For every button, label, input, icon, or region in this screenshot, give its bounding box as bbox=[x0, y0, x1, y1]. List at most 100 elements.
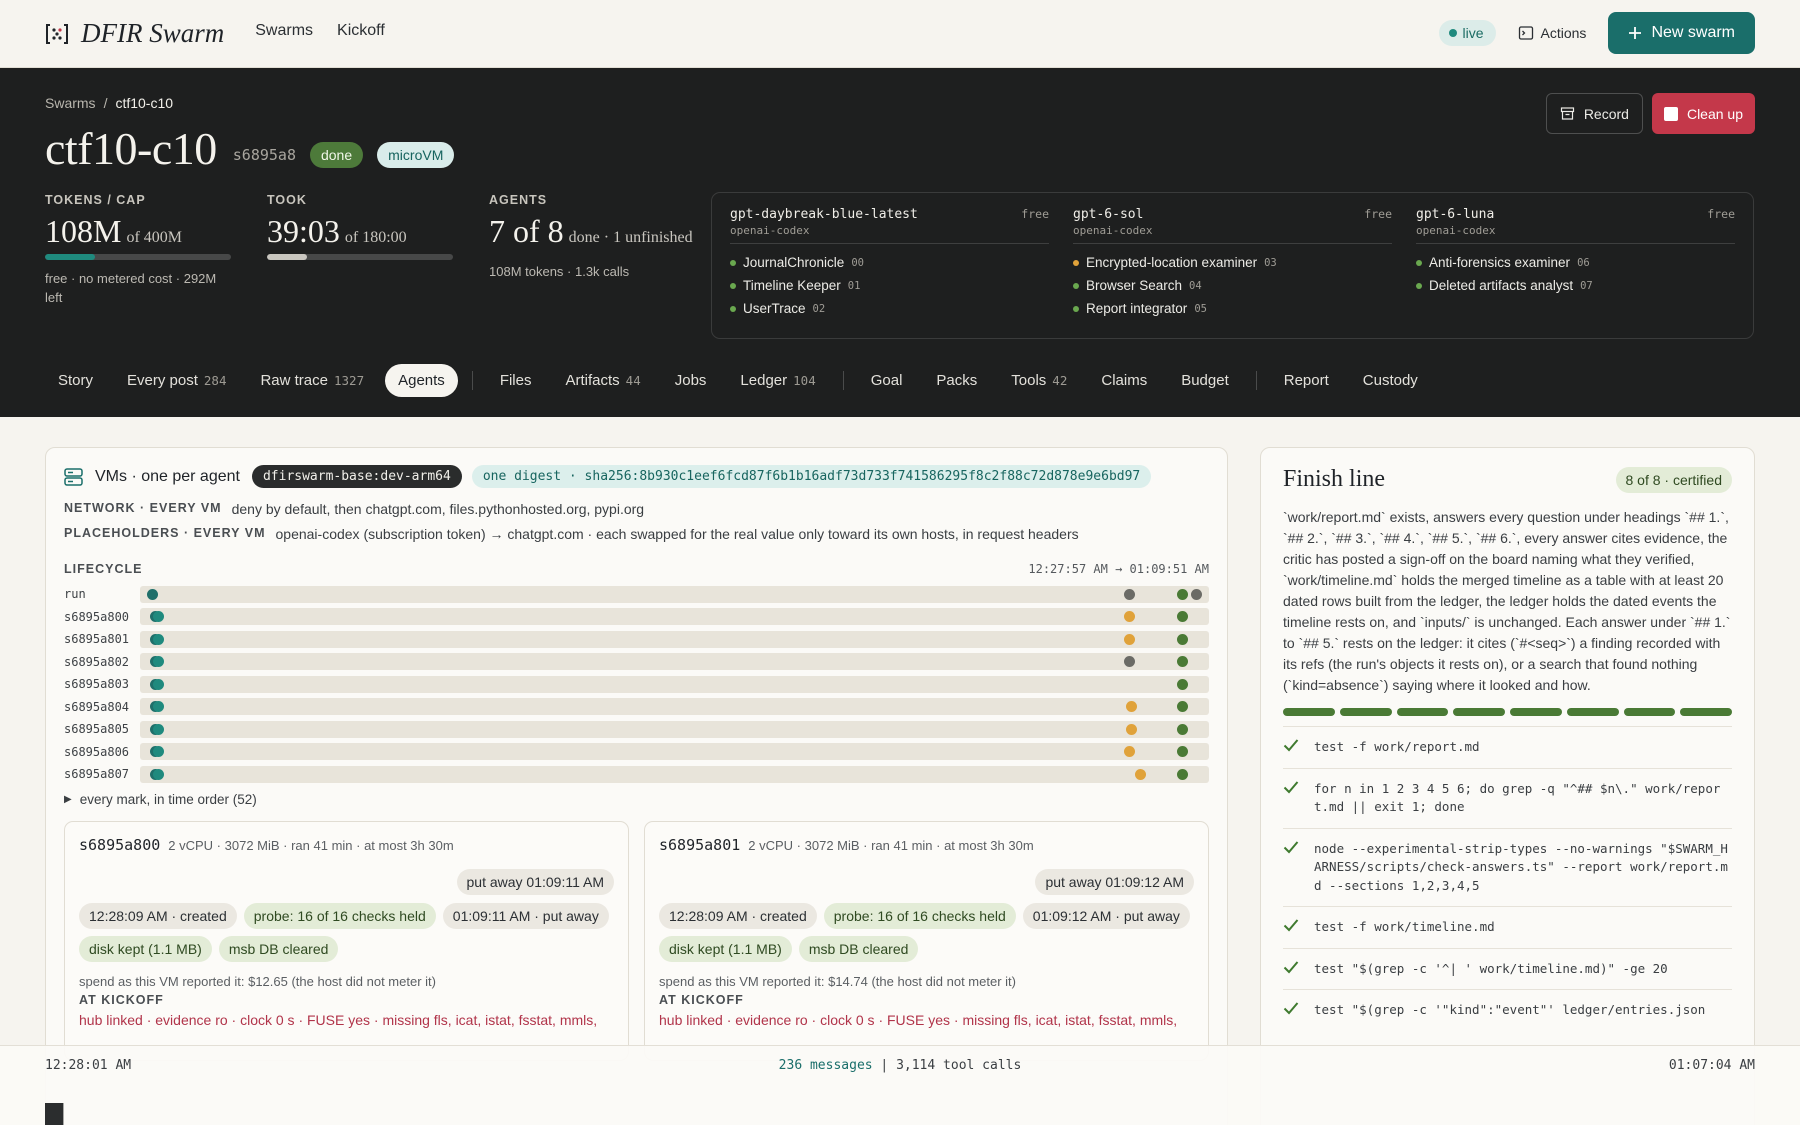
model-provider: openai-codex bbox=[1073, 224, 1153, 237]
every-mark-toggle[interactable]: ▶ every mark, in time order (52) bbox=[64, 792, 1209, 807]
lifecycle-mark[interactable] bbox=[1176, 701, 1188, 713]
lifecycle-mark[interactable] bbox=[1176, 768, 1188, 780]
lifecycle-mark[interactable] bbox=[1126, 723, 1138, 735]
lifecycle-mark[interactable] bbox=[1190, 588, 1202, 600]
activity-histogram[interactable] bbox=[45, 1081, 1755, 1125]
lifecycle-mark[interactable] bbox=[1126, 701, 1138, 713]
new-swarm-button[interactable]: New swarm bbox=[1608, 12, 1755, 54]
lifecycle-mark[interactable] bbox=[152, 768, 164, 780]
tab-story[interactable]: Story bbox=[45, 364, 106, 397]
vms-title: VMs · one per agent bbox=[95, 467, 240, 485]
lane-track[interactable] bbox=[140, 743, 1209, 761]
tab-every-post[interactable]: Every post 284 bbox=[114, 364, 239, 397]
finish-segment bbox=[1283, 708, 1335, 716]
lifecycle-mark[interactable] bbox=[1176, 656, 1188, 668]
agent-item[interactable]: Encrypted-location examiner 03 bbox=[1073, 255, 1392, 270]
agent-status-dot-icon bbox=[730, 282, 736, 289]
tab-count: 284 bbox=[203, 373, 227, 388]
agent-item[interactable]: Browser Search 04 bbox=[1073, 278, 1392, 293]
tab-tools[interactable]: Tools 42 bbox=[998, 364, 1080, 397]
took-progress-fill bbox=[267, 254, 308, 260]
tab-custody[interactable]: Custody bbox=[1350, 364, 1431, 397]
vm-chip: msb DB cleared bbox=[798, 935, 919, 962]
model-tier: free bbox=[1707, 207, 1735, 221]
finish-header: Finish line 8 of 8 · certified bbox=[1283, 466, 1732, 493]
lane-track[interactable] bbox=[140, 630, 1209, 648]
tab-budget[interactable]: Budget bbox=[1168, 364, 1242, 397]
tab-report[interactable]: Report bbox=[1271, 364, 1342, 397]
lane-track[interactable] bbox=[140, 765, 1209, 783]
agent-item[interactable]: JournalChronicle 00 bbox=[730, 255, 1049, 270]
stat-took: TOOK 39:03 of 180:00 bbox=[267, 193, 453, 260]
histogram-bar[interactable] bbox=[45, 1103, 64, 1125]
clean-up-button[interactable]: Clean up bbox=[1651, 93, 1755, 134]
lifecycle-mark[interactable] bbox=[152, 746, 164, 758]
lane-track[interactable] bbox=[140, 608, 1209, 626]
nav-swarms[interactable]: Swarms bbox=[255, 22, 313, 40]
lifecycle-mark[interactable] bbox=[1176, 611, 1188, 623]
live-label: live bbox=[1462, 25, 1484, 41]
lifecycle-mark[interactable] bbox=[1176, 633, 1188, 645]
disclosure-triangle-icon: ▶ bbox=[64, 793, 72, 805]
lifecycle-mark[interactable] bbox=[1123, 611, 1135, 623]
tab-packs[interactable]: Packs bbox=[923, 364, 990, 397]
lifecycle-mark[interactable] bbox=[1176, 678, 1188, 690]
agent-item[interactable]: Deleted artifacts analyst 07 bbox=[1416, 278, 1735, 293]
put-away-row: put away 01:09:11 AM bbox=[79, 868, 614, 895]
lane-track[interactable] bbox=[140, 698, 1209, 716]
lifecycle-mark[interactable] bbox=[152, 723, 164, 735]
lifecycle-mark[interactable] bbox=[1176, 723, 1188, 735]
tab-files[interactable]: Files bbox=[487, 364, 545, 397]
lifecycle-mark[interactable] bbox=[152, 611, 164, 623]
lifecycle-mark[interactable] bbox=[1176, 588, 1188, 600]
terminal-icon bbox=[1518, 26, 1533, 40]
lifecycle-mark[interactable] bbox=[1176, 746, 1188, 758]
lifecycle-mark[interactable] bbox=[147, 588, 159, 600]
lifecycle-mark[interactable] bbox=[1123, 656, 1135, 668]
agent-name: Encrypted-location examiner bbox=[1086, 255, 1258, 270]
lane-track[interactable] bbox=[140, 675, 1209, 693]
actions-label: Actions bbox=[1540, 25, 1587, 41]
lifecycle-mark[interactable] bbox=[152, 656, 164, 668]
network-row: NETWORK · EVERY VM deny by default, then… bbox=[64, 501, 1209, 517]
vm-id: s6895a800 bbox=[79, 835, 161, 854]
lane-track[interactable] bbox=[140, 653, 1209, 671]
brand[interactable]: DFIR Swarm bbox=[45, 18, 224, 49]
breadcrumb-swarms[interactable]: Swarms bbox=[45, 95, 96, 111]
lifecycle-mark[interactable] bbox=[1123, 633, 1135, 645]
agent-item[interactable]: Report integrator 05 bbox=[1073, 301, 1392, 316]
took-progress-bar bbox=[267, 254, 453, 260]
vm-spend: spend as this VM reported it: $12.65 (th… bbox=[79, 973, 436, 989]
nav-kickoff[interactable]: Kickoff bbox=[337, 22, 385, 40]
tab-count: 104 bbox=[793, 373, 816, 388]
tab-jobs[interactable]: Jobs bbox=[662, 364, 720, 397]
lifecycle-mark[interactable] bbox=[152, 678, 164, 690]
lane-track[interactable] bbox=[140, 720, 1209, 738]
tab-raw-trace[interactable]: Raw trace 1327 bbox=[247, 364, 377, 397]
tab-label: Custody bbox=[1362, 372, 1418, 389]
lifecycle-mark[interactable] bbox=[152, 701, 164, 713]
tab-agents[interactable]: Agents bbox=[385, 364, 458, 397]
stat-agents: AGENTS 7 of 8 done · 1 unfinished 108M to… bbox=[489, 193, 709, 281]
record-button[interactable]: Record bbox=[1545, 93, 1643, 134]
agent-item[interactable]: Timeline Keeper 01 bbox=[730, 278, 1049, 293]
finish-progress bbox=[1283, 708, 1732, 716]
tab-goal[interactable]: Goal bbox=[858, 364, 916, 397]
actions-button[interactable]: Actions bbox=[1512, 25, 1593, 41]
lifecycle-mark[interactable] bbox=[1123, 746, 1135, 758]
tab-claims[interactable]: Claims bbox=[1088, 364, 1160, 397]
vm-card-header: s6895a801 2 vCPU · 3072 MiB · ran 41 min … bbox=[659, 836, 1194, 854]
kind-badge: microVM bbox=[377, 141, 455, 168]
agent-item[interactable]: UserTrace 02 bbox=[730, 301, 1049, 316]
network-label: NETWORK · EVERY VM bbox=[64, 501, 222, 515]
tab-ledger[interactable]: Ledger 104 bbox=[727, 364, 828, 397]
lane-track[interactable] bbox=[140, 585, 1209, 603]
tab-artifacts[interactable]: Artifacts 44 bbox=[552, 364, 653, 397]
agent-item[interactable]: Anti-forensics examiner 06 bbox=[1416, 255, 1735, 270]
lifecycle-mark[interactable] bbox=[1123, 588, 1135, 600]
lifecycle-mark[interactable] bbox=[1134, 768, 1146, 780]
lifecycle-header: LIFECYCLE 12:27:57 AM → 01:09:51 AM bbox=[64, 562, 1209, 576]
lane-name: s6895a805 bbox=[64, 722, 130, 737]
lifecycle-mark[interactable] bbox=[152, 633, 164, 645]
model-name: gpt-daybreak-blue-latest bbox=[730, 207, 918, 222]
